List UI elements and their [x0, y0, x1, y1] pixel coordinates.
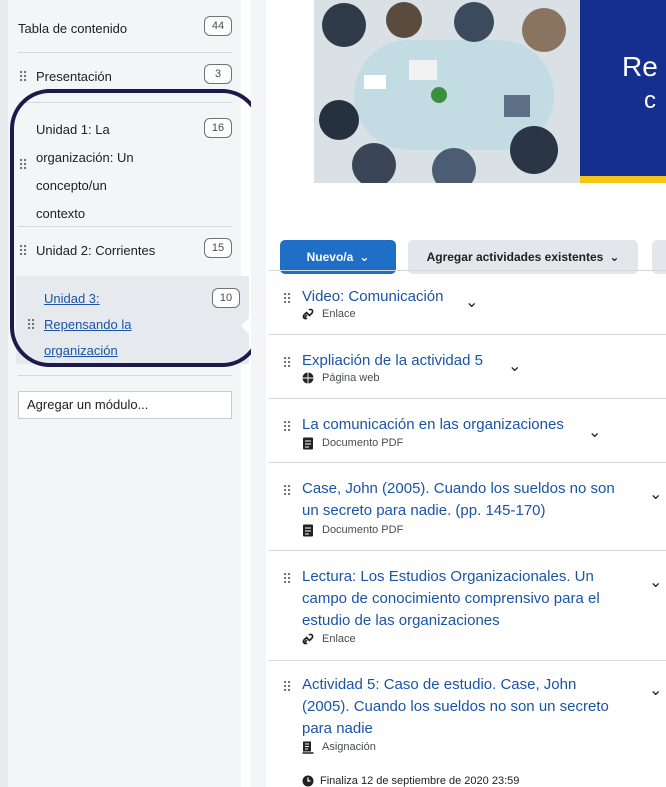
list-item[interactable]: ⠿ La comunicación en las organizaciones …: [268, 414, 666, 460]
chevron-down-icon[interactable]: ⌄: [649, 484, 662, 504]
divider: [18, 226, 232, 227]
list-item[interactable]: ⠿ Case, John (2005). Cuando los sueldos …: [268, 478, 666, 538]
course-banner: Re c: [314, 0, 666, 183]
divider: [268, 462, 666, 463]
drag-handle-icon[interactable]: ⠿: [18, 64, 36, 90]
item-count-badge: 44: [204, 16, 232, 36]
content-divider: [251, 0, 266, 787]
document-icon: [303, 437, 313, 449]
chevron-down-icon[interactable]: ⌄: [649, 680, 662, 700]
due-date: Finaliza 12 de septiembre de 2020 23:59: [302, 775, 519, 787]
list-item[interactable]: ⠿ Lectura: Los Estudios Organizacionales…: [268, 566, 666, 648]
divider: [268, 270, 666, 271]
list-item[interactable]: ⠿ Video: Comunicación Enlace ⌄: [268, 286, 666, 332]
chevron-down-icon: ⌄: [609, 250, 620, 264]
chevron-down-icon[interactable]: ⌄: [465, 292, 478, 312]
banner-title: Re: [622, 51, 658, 82]
list-item[interactable]: ⠿ Expliación de la actividad 5 Página we…: [268, 350, 666, 396]
chevron-down-icon[interactable]: ⌄: [588, 422, 601, 442]
divider: [18, 52, 232, 53]
left-gutter: [0, 0, 8, 787]
divider: [18, 375, 232, 376]
clock-icon: [302, 775, 314, 787]
chevron-down-icon: ⌄: [359, 250, 370, 264]
divider: [268, 398, 666, 399]
item-title-link[interactable]: Lectura: Los Estudios Organizacionales. …: [302, 566, 622, 632]
sidebar-item-label: Unidad 1: La organización: Un concepto/u…: [36, 122, 134, 221]
item-title-link[interactable]: Actividad 5: Caso de estudio. Case, John…: [302, 674, 622, 740]
drag-handle-icon[interactable]: ⠿: [282, 350, 300, 376]
drag-handle-icon[interactable]: ⠿: [26, 312, 44, 338]
drag-handle-icon[interactable]: ⠿: [282, 566, 300, 592]
item-type: Asignación: [302, 740, 376, 754]
item-type: Enlace: [302, 632, 356, 646]
more-button[interactable]: [652, 240, 666, 274]
item-type: Enlace: [302, 307, 356, 321]
assignment-icon: [302, 741, 314, 754]
add-existing-activities-button[interactable]: Agregar actividades existentes ⌄: [408, 240, 638, 274]
drag-handle-icon[interactable]: ⠿: [282, 478, 300, 504]
banner-photo: [314, 0, 580, 183]
sidebar-item-presentacion[interactable]: ⠿ Presentación 3: [18, 64, 232, 90]
link-icon: [302, 308, 314, 320]
new-button[interactable]: Nuevo/a ⌄: [280, 240, 396, 274]
selection-notch: [241, 316, 251, 336]
item-title-link[interactable]: Case, John (2005). Cuando los sueldos no…: [302, 478, 622, 522]
sidebar-item-label: Unidad 2: Corrientes: [36, 243, 156, 258]
item-count-badge: 3: [204, 64, 232, 84]
sidebar-item-table-of-contents[interactable]: Tabla de contenido 44: [18, 16, 232, 42]
sidebar-item-unidad-3[interactable]: ⠿ Unidad 3: Repensando la organización 10: [16, 276, 249, 364]
list-item[interactable]: ⠿ Actividad 5: Caso de estudio. Case, Jo…: [268, 674, 666, 756]
sidebar-item-unidad-2[interactable]: ⠿ Unidad 2: Corrientes 15: [18, 238, 232, 264]
item-title-link[interactable]: Video: Comunicación: [302, 286, 622, 308]
item-count-badge: 10: [212, 288, 240, 308]
chevron-down-icon[interactable]: ⌄: [508, 356, 521, 376]
divider: [268, 660, 666, 661]
item-count-badge: 15: [204, 238, 232, 258]
sidebar-item-label: Unidad 3: Repensando la organización: [44, 286, 212, 364]
drag-handle-icon[interactable]: ⠿: [18, 238, 36, 264]
item-title-link[interactable]: La comunicación en las organizaciones: [302, 414, 602, 436]
add-module-input[interactable]: Agregar un módulo...: [18, 391, 232, 419]
item-type: Página web: [302, 371, 380, 385]
sidebar-item-link[interactable]: Unidad 3: Repensando la organización: [44, 291, 131, 358]
drag-handle-icon[interactable]: ⠿: [282, 414, 300, 440]
divider: [18, 102, 232, 103]
divider: [268, 550, 666, 551]
item-type: Documento PDF: [302, 436, 403, 450]
chevron-down-icon[interactable]: ⌄: [649, 572, 662, 592]
banner-accent-stripe: [580, 176, 666, 183]
banner-subtitle: c: [644, 87, 656, 114]
drag-handle-icon[interactable]: ⠿: [18, 152, 36, 178]
item-title-link[interactable]: Expliación de la actividad 5: [302, 350, 622, 372]
item-count-badge: 16: [204, 118, 232, 138]
content-sidebar: Tabla de contenido 44 ⠿ Presentación 3 ⠿…: [8, 0, 249, 787]
link-icon: [302, 633, 314, 645]
drag-handle-icon[interactable]: ⠿: [282, 286, 300, 312]
drag-handle-icon[interactable]: ⠿: [282, 674, 300, 700]
sidebar-item-label: Tabla de contenido: [18, 21, 128, 36]
divider: [268, 334, 666, 335]
sidebar-item-label: Presentación: [36, 69, 112, 84]
globe-icon: [302, 372, 314, 384]
sidebar-item-unidad-1[interactable]: ⠿ Unidad 1: La organización: Un concepto…: [18, 116, 232, 228]
document-icon: [303, 524, 313, 536]
item-type: Documento PDF: [302, 523, 403, 537]
